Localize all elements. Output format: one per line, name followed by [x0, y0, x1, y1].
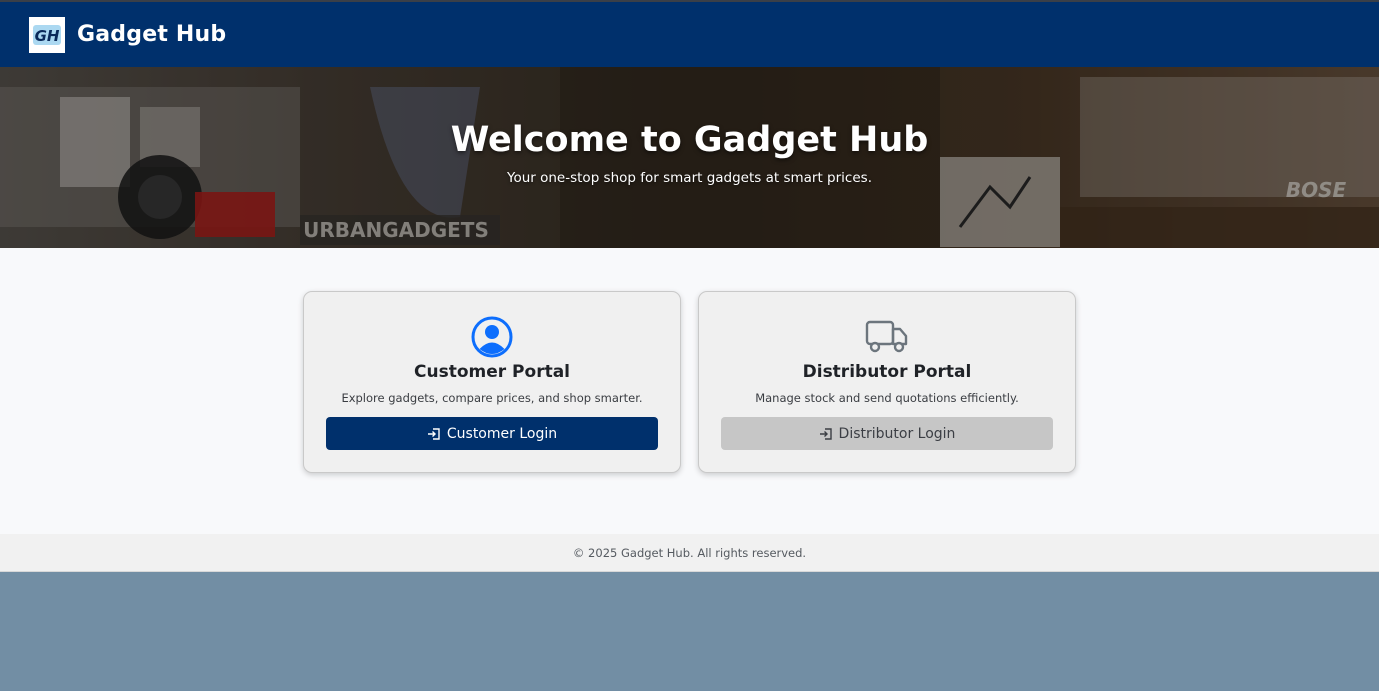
brand-logo[interactable]: GH — [29, 16, 65, 53]
footer-copyright: © 2025 Gadget Hub. All rights reserved. — [572, 545, 807, 560]
distributor-portal-description: Manage stock and send quotations efficie… — [755, 391, 1019, 405]
hero-banner: URBANGADGETS BOSE Welcome to Gadget Hub … — [0, 67, 1379, 248]
customer-portal-description: Explore gadgets, compare prices, and sho… — [341, 391, 643, 405]
customer-login-button[interactable]: Customer Login — [326, 417, 658, 450]
customer-portal-title: Customer Portal — [414, 362, 570, 382]
truck-icon — [699, 316, 1075, 360]
page: GH Gadget Hub URBANGADGETS BOSE Welcome … — [0, 0, 1379, 691]
distributor-portal-card: Distributor Portal Manage stock and send… — [698, 291, 1076, 473]
customer-portal-card: Customer Portal Explore gadgets, compare… — [303, 291, 681, 473]
navbar: GH Gadget Hub — [0, 0, 1379, 67]
user-circle-icon — [304, 316, 680, 360]
hero-content: Welcome to Gadget Hub Your one-stop shop… — [0, 67, 1379, 248]
svg-text:GH: GH — [35, 27, 60, 45]
hero-subtitle: Your one-stop shop for smart gadgets at … — [507, 169, 872, 186]
customer-login-label: Customer Login — [446, 425, 558, 442]
distributor-portal-title: Distributor Portal — [802, 362, 972, 382]
portal-section: Customer Portal Explore gadgets, compare… — [0, 248, 1379, 534]
login-icon — [427, 427, 440, 440]
distributor-login-button[interactable]: Distributor Login — [721, 417, 1053, 450]
login-icon — [819, 427, 832, 440]
brand-name[interactable]: Gadget Hub — [77, 22, 226, 47]
distributor-login-label: Distributor Login — [838, 425, 956, 442]
footer: © 2025 Gadget Hub. All rights reserved. — [0, 534, 1379, 572]
hero-title: Welcome to Gadget Hub — [450, 119, 929, 160]
